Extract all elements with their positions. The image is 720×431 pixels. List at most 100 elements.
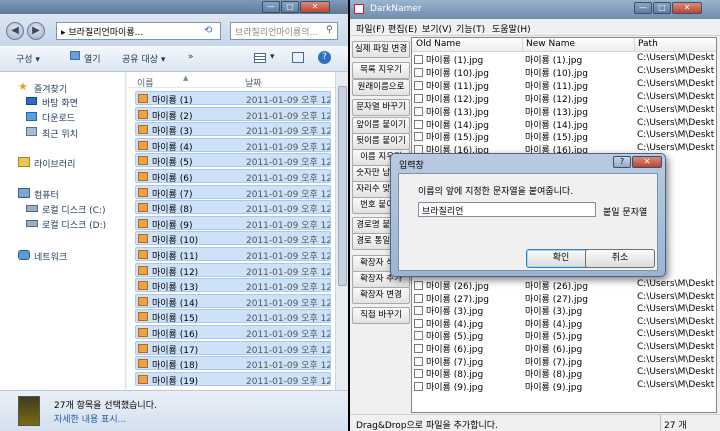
function-button[interactable]: 직접 바꾸기 — [352, 307, 410, 324]
file-row[interactable]: 마이룡 (16) 2011-01-09 오후 12: — [135, 325, 331, 339]
row-checkbox[interactable] — [414, 381, 423, 391]
file-row[interactable]: 마이룡 (9) 2011-01-09 오후 12: — [135, 215, 331, 230]
forward-icon[interactable]: ▶ — [27, 22, 45, 40]
row-checkbox[interactable] — [414, 55, 423, 64]
menu-item[interactable]: 도움말(H) — [492, 22, 531, 35]
nav-favorites[interactable]: 즐겨찾기 — [34, 82, 67, 95]
rename-row[interactable]: 마이룡 (14).jpg 마이룡 (14).jpg C:\Users\M\Deskt — [412, 118, 716, 131]
function-button[interactable]: 뒷이름 붙이기 — [352, 133, 410, 150]
nav-disk-d[interactable]: 로컬 디스크 (D:) — [42, 218, 106, 231]
nav-downloads[interactable]: 다운로드 — [42, 111, 75, 124]
refresh-icon[interactable]: ⟲ — [204, 25, 218, 37]
rename-row[interactable]: 마이룡 (1).jpg 마이룡 (1).jpg C:\Users\M\Deskt — [412, 53, 716, 66]
file-row[interactable]: 마이룡 (13) 2011-01-09 오후 12: — [135, 278, 331, 293]
row-checkbox[interactable] — [414, 356, 423, 366]
row-checkbox[interactable] — [414, 80, 423, 90]
open-button[interactable]: 열기 — [84, 52, 101, 65]
column-name[interactable]: 이름 — [137, 76, 154, 89]
row-checkbox[interactable] — [414, 281, 423, 290]
file-row[interactable]: 마이룡 (2) 2011-01-09 오후 12: — [135, 106, 331, 121]
file-row[interactable]: 마이룡 (1) 2011-01-09 오후 12: — [135, 91, 331, 105]
minimize-button[interactable]: — — [634, 2, 652, 14]
function-button[interactable]: 확장자 변경 — [352, 287, 410, 304]
row-checkbox[interactable] — [414, 67, 423, 77]
rename-row[interactable]: 마이룡 (4).jpg 마이룡 (4).jpg C:\Users\M\Deskt — [412, 317, 716, 330]
function-button[interactable]: 앞이름 붙이기 — [352, 117, 410, 134]
rename-row[interactable]: 마이룡 (13).jpg 마이룡 (13).jpg C:\Users\M\Deskt — [412, 105, 716, 118]
cancel-button[interactable]: 취소 — [585, 249, 655, 268]
file-row[interactable]: 마이룡 (6) 2011-01-09 오후 12: — [135, 169, 331, 183]
row-checkbox[interactable] — [414, 318, 423, 328]
rename-row[interactable]: 마이룡 (27).jpg 마이룡 (27).jpg C:\Users\M\Deskt — [412, 292, 716, 305]
file-row[interactable]: 마이룡 (11) 2011-01-09 오후 12: — [135, 247, 331, 261]
file-row[interactable]: 마이룡 (15) 2011-01-09 오후 12: — [135, 309, 331, 324]
nav-network[interactable]: 네트워크 — [34, 250, 67, 263]
rename-row[interactable]: 마이룡 (9).jpg 마이룡 (9).jpg C:\Users\M\Deskt — [412, 380, 716, 393]
back-icon[interactable]: ◀ — [6, 22, 24, 40]
menu-item[interactable]: 기능(T) — [456, 22, 485, 35]
search-input[interactable]: 브라질리언마이룡의... — [230, 22, 338, 40]
minimize-button[interactable]: — — [262, 1, 280, 13]
nav-libraries[interactable]: 라이브러리 — [34, 157, 75, 170]
nav-disk-c[interactable]: 로컬 디스크 (C:) — [42, 203, 105, 216]
help-icon[interactable]: ? — [318, 51, 331, 64]
file-row[interactable]: 마이룡 (14) 2011-01-09 오후 12: — [135, 293, 331, 308]
maximize-button[interactable]: □ — [281, 1, 299, 13]
file-row[interactable]: 마이룡 (17) 2011-01-09 오후 12: — [135, 340, 331, 355]
close-button[interactable]: ✕ — [672, 2, 702, 14]
row-checkbox[interactable] — [414, 331, 423, 341]
file-row[interactable]: 마이룡 (19) 2011-01-09 오후 12: — [135, 371, 331, 386]
row-checkbox[interactable] — [414, 344, 423, 353]
row-checkbox[interactable] — [414, 106, 423, 116]
rename-row[interactable]: 마이룡 (7).jpg 마이룡 (7).jpg C:\Users\M\Deskt — [412, 355, 716, 368]
share-button[interactable]: 공유 대상 ▾ — [122, 52, 165, 65]
rename-row[interactable]: 마이룡 (6).jpg 마이룡 (6).jpg C:\Users\M\Deskt — [412, 342, 716, 355]
function-button[interactable]: 원래이름으로 — [352, 79, 410, 96]
row-checkbox[interactable] — [414, 306, 423, 316]
search-icon[interactable]: ⚲ — [326, 25, 333, 35]
row-checkbox[interactable] — [414, 119, 423, 129]
prefix-input[interactable]: 브라질리언 — [418, 202, 596, 217]
file-row[interactable]: 마이룡 (12) 2011-01-09 오후 12: — [135, 262, 331, 277]
row-checkbox[interactable] — [414, 369, 423, 379]
vertical-scrollbar[interactable] — [335, 72, 348, 390]
close-button[interactable]: ✕ — [632, 156, 662, 168]
nav-desktop[interactable]: 바탕 화면 — [42, 96, 78, 109]
menu-item[interactable]: 파일(F) — [356, 22, 385, 35]
close-button[interactable]: ✕ — [300, 1, 330, 13]
more-button[interactable]: » — [188, 52, 194, 62]
file-row[interactable]: 마이룡 (10) 2011-01-09 오후 12: — [135, 231, 331, 246]
rename-row[interactable]: 마이룡 (5).jpg 마이룡 (5).jpg C:\Users\M\Deskt — [412, 329, 716, 342]
menu-item[interactable]: 편집(E) — [388, 22, 417, 35]
file-row[interactable]: 마이룡 (7) 2011-01-09 오후 12: — [135, 184, 331, 199]
address-input[interactable]: ▸ 브라질리언마이룡... — [56, 22, 221, 40]
menu-item[interactable]: 보기(V) — [422, 22, 452, 35]
row-checkbox[interactable] — [414, 132, 423, 142]
file-row[interactable]: 마이룡 (18) 2011-01-09 오후 12: — [135, 356, 331, 371]
nav-recent[interactable]: 최근 위치 — [42, 127, 78, 140]
column-divider[interactable] — [522, 38, 523, 52]
function-button[interactable]: 목록 지우기 — [352, 62, 410, 79]
maximize-button[interactable]: □ — [653, 2, 671, 14]
preview-pane-icon[interactable] — [292, 52, 304, 63]
scrollbar-thumb[interactable] — [338, 86, 347, 286]
rename-row[interactable]: 마이룡 (11).jpg 마이룡 (11).jpg C:\Users\M\Deskt — [412, 79, 716, 92]
column-path[interactable]: Path — [638, 39, 658, 49]
rename-row[interactable]: 마이룡 (26).jpg 마이룡 (26).jpg C:\Users\M\Deskt — [412, 279, 716, 292]
rename-row[interactable]: 마이룡 (15).jpg 마이룡 (15).jpg C:\Users\M\Deskt — [412, 130, 716, 143]
view-icon[interactable] — [254, 53, 266, 63]
rename-row[interactable]: 마이룡 (10).jpg 마이룡 (10).jpg C:\Users\M\Deskt — [412, 66, 716, 79]
help-button[interactable]: ? — [613, 156, 631, 168]
view-dropdown-icon[interactable]: ▾ — [270, 52, 275, 62]
row-checkbox[interactable] — [414, 93, 423, 103]
file-row[interactable]: 마이룡 (3) 2011-01-09 오후 12: — [135, 122, 331, 137]
rename-row[interactable]: 마이룡 (3).jpg 마이룡 (3).jpg C:\Users\M\Deskt — [412, 304, 716, 317]
column-old-name[interactable]: Old Name — [416, 39, 461, 49]
column-date[interactable]: 날짜 — [245, 76, 262, 89]
column-divider[interactable] — [634, 38, 635, 52]
row-checkbox[interactable] — [414, 293, 423, 303]
column-new-name[interactable]: New Name — [526, 39, 575, 49]
file-row[interactable]: 마이룡 (5) 2011-01-09 오후 12: — [135, 153, 331, 168]
nav-computer[interactable]: 컴퓨터 — [34, 188, 59, 201]
organize-button[interactable]: 구성 ▾ — [16, 52, 40, 65]
